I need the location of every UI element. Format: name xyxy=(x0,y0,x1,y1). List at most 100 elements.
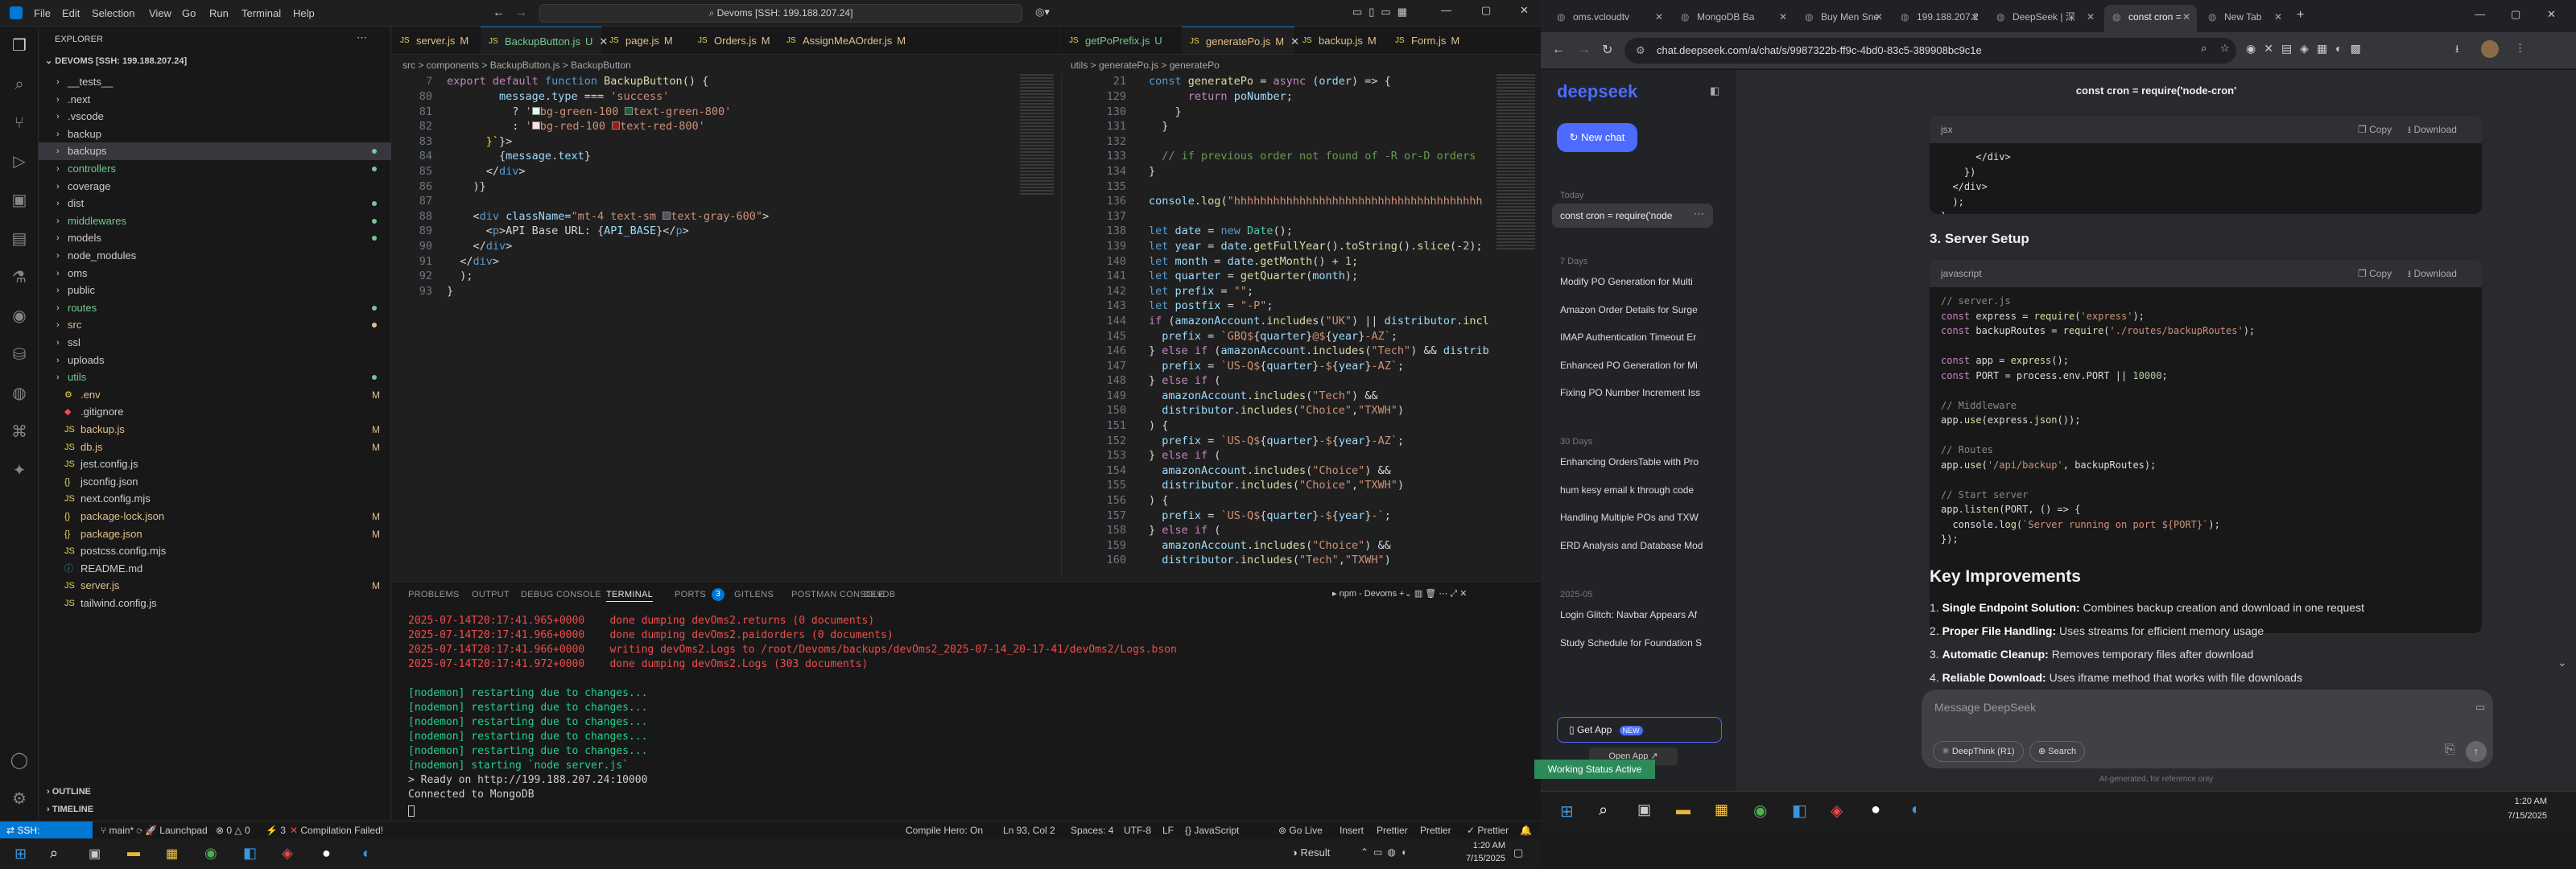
close-icon[interactable]: ✕ xyxy=(1655,5,1663,29)
extensions-icon[interactable]: ▣ xyxy=(10,191,29,210)
task-view-icon[interactable]: ▣ xyxy=(1637,801,1651,818)
close-icon[interactable]: ✕ xyxy=(1875,5,1883,29)
close-icon[interactable]: ✕ xyxy=(2182,5,2190,29)
file-tree-item[interactable]: JS next.config.mjs xyxy=(39,490,391,508)
forward-icon[interactable]: → xyxy=(1578,43,1591,57)
outline-section[interactable]: › OUTLINE xyxy=(47,787,91,797)
nav-back-icon[interactable]: ← xyxy=(493,6,505,19)
python-icon[interactable]: ✦ xyxy=(10,461,29,480)
launchpad-item[interactable]: 🚀 Launchpad xyxy=(145,822,208,839)
browser-tab[interactable]: ◍ MongoDB Ba ✕ xyxy=(1673,5,1794,32)
editor-tab[interactable]: JS getPoPrefix.js U xyxy=(1061,27,1182,54)
history-item[interactable]: ERD Analysis and Database Mod xyxy=(1560,540,1705,551)
timeline-icon[interactable]: ⌘ xyxy=(10,422,29,442)
testing-icon[interactable]: ⚗ xyxy=(10,268,29,287)
editor-left[interactable]: 7 export default function BackupButton()… xyxy=(392,74,1060,579)
weather-widget[interactable]: ◑ Result xyxy=(1291,846,1330,859)
file-tree-item[interactable]: {} jsconfig.json xyxy=(39,473,391,491)
postman-icon[interactable]: ◍ xyxy=(10,384,29,403)
file-tree-item[interactable]: › models xyxy=(39,229,391,247)
file-tree-item[interactable]: JS jest.config.js xyxy=(39,455,391,473)
send-button[interactable]: ↑ xyxy=(2466,741,2487,762)
browser-tab[interactable]: ◍ DeepSeek | 深 ✕ xyxy=(1988,5,2101,32)
copy-button[interactable]: ❐ Copy xyxy=(2358,116,2392,143)
file-tree-item[interactable]: › oms xyxy=(39,265,391,282)
terminal-selector[interactable]: ▸ npm - Devoms +⌄ ▥ 🗑 ⋯ ⤢ ✕ xyxy=(1332,588,1467,599)
file-tree-item[interactable]: JS tailwind.config.js xyxy=(39,595,391,612)
file-tree-item[interactable]: ⚙ .env M xyxy=(39,386,391,404)
database-icon[interactable]: ⛁ xyxy=(10,345,29,364)
minimap-left[interactable] xyxy=(1020,74,1054,195)
file-tree-item[interactable]: JS server.js M xyxy=(39,577,391,595)
menu-run[interactable]: Run xyxy=(209,7,229,19)
copy-button[interactable]: ❐ Copy xyxy=(2358,260,2392,287)
file-tree-item[interactable]: › dist xyxy=(39,195,391,212)
clock-date[interactable]: 7/15/2025 xyxy=(1449,854,1505,863)
keyboard-icon[interactable]: ▭ xyxy=(2475,701,2485,714)
go-live[interactable]: ⊚ Go Live xyxy=(1278,822,1323,839)
history-item[interactable]: Login Glitch: Navbar Appears Af xyxy=(1560,609,1705,620)
download-icon[interactable]: ⭳ xyxy=(2455,42,2459,60)
editor-right[interactable]: 21 const generatePo = async (order) => {… xyxy=(1061,74,1541,579)
tray-icons[interactable]: ⌃▭◍◖ xyxy=(1360,846,1411,858)
account-icon[interactable]: ◯ xyxy=(10,751,29,770)
bell-icon[interactable]: 🔔 xyxy=(1520,822,1532,839)
file-tree-item[interactable]: › middlewares xyxy=(39,212,391,230)
file-tree-item[interactable]: JS postcss.config.mjs xyxy=(39,542,391,560)
editor-tab[interactable]: JS AssignMeAOrder.js M xyxy=(778,27,906,54)
file-tree-item[interactable]: {} package-lock.json M xyxy=(39,508,391,525)
get-app-button[interactable]: ▯ Get App NEW xyxy=(1557,717,1722,743)
search-icon[interactable]: ⌕ xyxy=(1599,801,1608,820)
remote-app-icon[interactable]: ◐ xyxy=(1911,801,1921,819)
timeline-section[interactable]: › TIMELINE xyxy=(47,805,93,814)
history-item[interactable]: Enhancing OrdersTable with Pro xyxy=(1560,456,1705,467)
branch-indicator[interactable]: ⑂ main* ⟳ xyxy=(101,822,142,839)
file-tree-item[interactable]: › node_modules xyxy=(39,247,391,265)
chrome-icon[interactable]: ◉ xyxy=(204,845,217,862)
vscode-taskbar-icon[interactable]: ◧ xyxy=(1792,801,1807,821)
search-toggle[interactable]: ⊕ Search xyxy=(2029,741,2086,762)
menu-edit[interactable]: Edit xyxy=(62,7,80,19)
browser-tab[interactable]: ◍ New Tab ✕ xyxy=(2200,5,2289,32)
encoding[interactable]: UTF-8 xyxy=(1124,822,1151,839)
file-tree-item[interactable]: JS db.js M xyxy=(39,439,391,456)
new-chat-button[interactable]: ↻ New chat xyxy=(1557,123,1637,152)
menu-selection[interactable]: Selection xyxy=(92,7,134,19)
editor-tab[interactable]: JS generatePo.js M ✕ xyxy=(1182,27,1299,54)
language-mode[interactable]: {} JavaScript xyxy=(1185,822,1239,839)
workspace-root[interactable]: ⌄ DEVOMS [SSH: 199.188.207.24] xyxy=(45,56,187,66)
file-tree-item[interactable]: › coverage xyxy=(39,178,391,196)
new-tab-icon[interactable]: + xyxy=(2297,8,2304,23)
file-tree-item[interactable]: ⓘ README.md xyxy=(39,560,391,578)
close-icon[interactable]: ✕ xyxy=(2547,8,2556,21)
deepthink-toggle[interactable]: ⚛ DeepThink (R1) xyxy=(1933,741,2024,762)
clock-date[interactable]: 7/15/2025 xyxy=(2491,811,2547,821)
browser-tab[interactable]: ◍ oms.vcloudtv ✕ xyxy=(1549,5,1670,32)
file-tree-item[interactable]: {} package.json M xyxy=(39,525,391,543)
history-item[interactable]: Enhanced PO Generation for Mi xyxy=(1560,360,1705,371)
problems-indicator[interactable]: ⊗ 0 △ 0 xyxy=(216,822,250,839)
browser-menu-icon[interactable]: ⋮ xyxy=(2515,42,2525,55)
source-control-icon[interactable]: ⑂ xyxy=(10,113,29,133)
extension-icons[interactable]: ◉✕▤◈▦◐▩ xyxy=(2246,42,2369,56)
back-icon[interactable]: ← xyxy=(1552,43,1565,57)
minimap-right[interactable] xyxy=(1496,74,1535,251)
panel-tab-debug-console[interactable]: DEBUG CONSOLE xyxy=(521,590,601,599)
task-view-icon[interactable]: ▣ xyxy=(89,846,101,862)
chrome-icon[interactable]: ◉ xyxy=(1753,801,1767,821)
file-tree-item[interactable]: › controllers xyxy=(39,160,391,178)
history-item[interactable]: hum kesy email k through code xyxy=(1560,484,1705,496)
scroll-down-icon[interactable]: ⌄ xyxy=(2557,656,2567,669)
compile-hero[interactable]: Compile Hero: On xyxy=(906,822,983,839)
download-button[interactable]: ⭳ Download xyxy=(2408,116,2457,143)
file-tree-item[interactable]: › backups xyxy=(39,142,391,161)
browser-tab[interactable]: ◍ Buy Men Sne ✕ xyxy=(1797,5,1889,32)
ports-indicator[interactable]: ⚡ 3 xyxy=(266,822,286,839)
nav-forward-icon[interactable]: → xyxy=(515,6,527,19)
message-input[interactable]: Message DeepSeek xyxy=(1934,701,2036,714)
remote-indicator[interactable]: ⇄ SSH: 199.188.207.24 xyxy=(0,822,93,854)
file-tree-item[interactable]: › ssl xyxy=(39,334,391,352)
file-tree-item[interactable]: ◆ .gitignore xyxy=(39,403,391,421)
minimize-icon[interactable]: — xyxy=(1441,4,1451,16)
editor-tab[interactable]: JS page.js M xyxy=(601,27,690,54)
